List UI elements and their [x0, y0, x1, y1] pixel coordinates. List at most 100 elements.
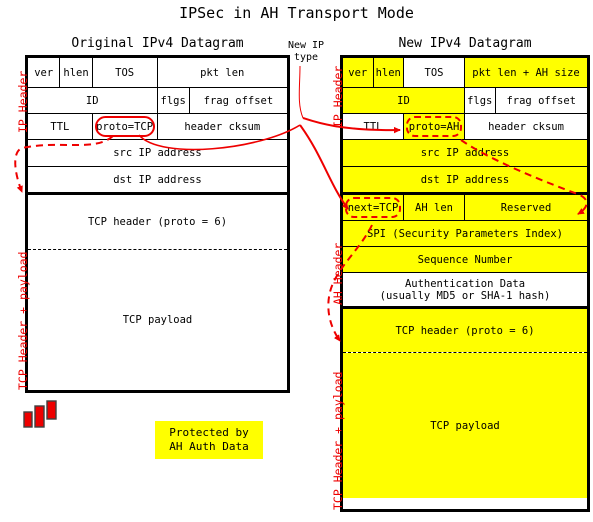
field-text: Reserved: [500, 201, 552, 214]
field-text: src IP address: [420, 147, 510, 159]
field-id: ID: [343, 88, 465, 113]
row-id-flgs-frag: ID flgs frag offset: [343, 88, 587, 114]
field-ver: ver: [28, 58, 61, 87]
field-tos: TOS: [92, 58, 158, 87]
field-text: SPI (Security Parameters Index): [367, 227, 563, 240]
field-text: TOS: [424, 66, 444, 79]
right-label-tcp-header-payload: TCP Header + payload: [331, 371, 345, 510]
field-text: ID: [85, 94, 99, 107]
field-text: header cksum: [488, 120, 564, 133]
field-next-tcp: next=TCP: [343, 195, 404, 220]
field-text: TCP header (proto = 6): [87, 216, 228, 228]
field-text: flgs: [467, 94, 493, 107]
field-frag-offset: frag offset: [495, 88, 587, 113]
field-flgs: flgs: [157, 88, 190, 113]
field-ttl: TTL: [343, 114, 404, 139]
field-flgs: flgs: [465, 88, 496, 113]
field-hlen: hlen: [60, 58, 93, 87]
field-text: ID: [397, 94, 410, 107]
row-ttl-proto-cksum: TTL proto=AH header cksum: [343, 114, 587, 140]
right-diagram-subtitle: New IPv4 Datagram: [398, 36, 532, 51]
field-text: src IP address: [113, 147, 202, 159]
field-text: dst IP address: [113, 173, 202, 186]
field-text: flgs: [160, 94, 186, 107]
field-header-cksum: header cksum: [157, 114, 287, 139]
field-ah-len: AH len: [404, 195, 465, 220]
new-ipv4-datagram: ver hlen TOS pkt len + AH size ID flgs frag of…: [340, 55, 590, 512]
row-auth-data: Authentication Data (usually MD5 or SHA-1…: [343, 273, 587, 309]
field-text: AH len: [415, 201, 453, 214]
legend-line1: Protected by: [169, 426, 249, 439]
field-authentication-data: Authentication Data (usually MD5 or SHA-1…: [343, 273, 587, 306]
field-dst-ip-address: dst IP address: [343, 167, 587, 192]
field-text: TTL: [363, 120, 383, 133]
field-dst-ip-address: dst IP address: [28, 167, 287, 192]
red-bars-decoration: [23, 400, 63, 428]
legend-line2: AH Auth Data: [169, 440, 249, 453]
field-id: ID: [28, 88, 158, 113]
field-ttl: TTL: [28, 114, 93, 139]
field-text: Sequence Number: [417, 253, 513, 266]
field-tos: TOS: [404, 58, 465, 87]
row-spi: SPI (Security Parameters Index): [343, 221, 587, 247]
left-label-ip-header: IP Header: [16, 70, 30, 133]
field-pkt-len-ah-size: pkt len + AH size: [465, 58, 587, 87]
left-diagram-subtitle: Original IPv4 Datagram: [71, 36, 244, 51]
row-next-ahlen-reserved: next=TCP AH len Reserved: [343, 195, 587, 221]
field-tcp-payload: TCP payload: [343, 353, 587, 498]
field-reserved: Reserved: [465, 195, 587, 220]
row-dst-ip: dst IP address: [28, 167, 287, 195]
page-title: IPSec in AH Transport Mode: [179, 4, 414, 22]
right-label-ip-header: IP Header: [331, 65, 345, 128]
field-sequence-number: Sequence Number: [343, 247, 587, 272]
field-text: next=TCP: [347, 201, 399, 214]
row-src-ip: src IP address: [28, 140, 287, 167]
field-text: dst IP address: [420, 173, 510, 186]
field-text: proto=AH: [408, 120, 460, 133]
legend-protected-by-ah-auth-data: Protected by AH Auth Data: [155, 421, 263, 459]
field-text: TCP payload: [122, 314, 193, 326]
field-text: ver: [348, 66, 368, 79]
field-text: proto=TCP: [96, 120, 154, 133]
row-id-flgs-frag: ID flgs frag offset: [28, 88, 287, 114]
field-text: frag offset: [203, 94, 274, 107]
field-pkt-len: pkt len: [157, 58, 287, 87]
field-tcp-payload: TCP payload: [28, 250, 287, 390]
right-label-ah-header: AH Header: [331, 242, 345, 305]
field-text: frag offset: [506, 94, 577, 107]
field-src-ip-address: src IP address: [343, 140, 587, 166]
left-label-tcp-header-payload: TCP Header + payload: [16, 251, 30, 390]
field-text: pkt len: [200, 66, 245, 79]
row-ver-tos-len: ver hlen TOS pkt len + AH size: [343, 58, 587, 88]
field-tcp-header-proto-6: TCP header (proto = 6): [343, 309, 587, 352]
field-hlen: hlen: [373, 58, 404, 87]
row-tcp-header: TCP header (proto = 6): [343, 309, 587, 353]
row-src-ip: src IP address: [343, 140, 587, 167]
field-text: Authentication Data (usually MD5 or SHA-1…: [379, 277, 551, 302]
field-header-cksum: header cksum: [465, 114, 587, 139]
field-text: TCP header (proto = 6): [395, 324, 535, 337]
row-ver-tos-len: ver hlen TOS pkt len: [28, 58, 287, 88]
field-proto-ah: proto=AH: [404, 114, 465, 139]
row-sequence-number: Sequence Number: [343, 247, 587, 273]
field-proto-tcp: proto=TCP: [92, 114, 158, 139]
field-tcp-header-proto-6: TCP header (proto = 6): [28, 195, 287, 249]
field-text: TOS: [115, 66, 135, 79]
original-ipv4-datagram: ver hlen TOS pkt len ID flgs frag offset TTL pro…: [25, 55, 290, 393]
field-spi-security-parameters-index: SPI (Security Parameters Index): [343, 221, 587, 246]
field-text: hlen: [63, 66, 89, 79]
new-ip-type-line1: New IP: [287, 40, 325, 51]
field-frag-offset: frag offset: [189, 88, 287, 113]
row-tcp-header: TCP header (proto = 6): [28, 195, 287, 250]
row-tcp-payload: TCP payload: [343, 353, 587, 498]
row-dst-ip: dst IP address: [343, 167, 587, 195]
field-text: TCP payload: [430, 419, 500, 432]
row-tcp-payload: TCP payload: [28, 250, 287, 390]
field-text: ver: [34, 66, 54, 79]
field-text: pkt len + AH size: [472, 66, 580, 79]
field-text: header cksum: [184, 120, 261, 133]
row-ttl-proto-cksum: TTL proto=TCP header cksum: [28, 114, 287, 140]
field-text: TTL: [50, 120, 70, 133]
field-ver: ver: [343, 58, 374, 87]
field-src-ip-address: src IP address: [28, 140, 287, 166]
